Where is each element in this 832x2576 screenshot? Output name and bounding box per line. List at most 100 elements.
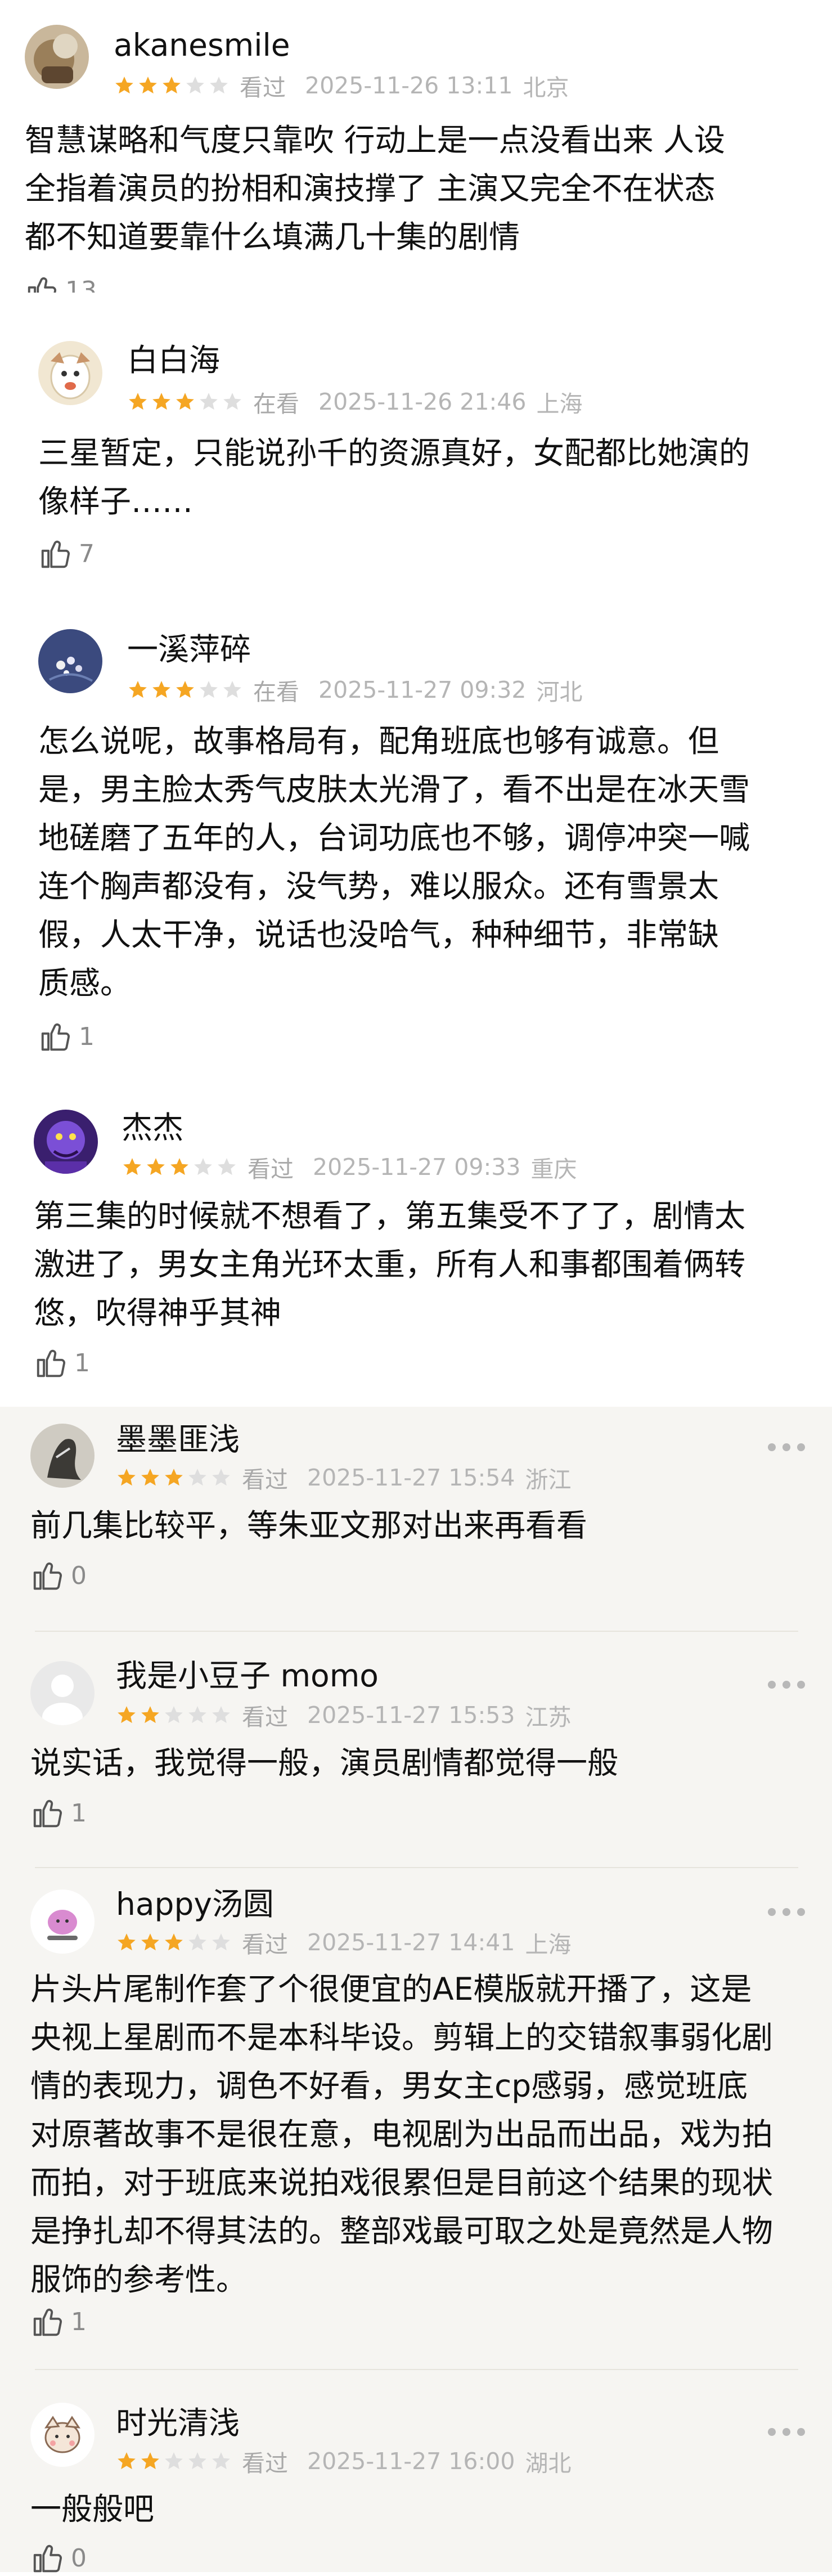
like-button[interactable]: 1 xyxy=(30,1795,87,1831)
location: 湖北 xyxy=(525,2450,572,2477)
username[interactable]: 杰杰 xyxy=(122,1110,183,1146)
watch-status: 看过 xyxy=(242,1704,288,1731)
username[interactable]: 时光清浅 xyxy=(116,2405,240,2441)
location: 上海 xyxy=(536,391,583,418)
avatar[interactable] xyxy=(38,629,102,693)
like-count: 1 xyxy=(79,1022,95,1051)
star-icon xyxy=(200,681,218,698)
comment-card: 白白海 在看 2025-11-26 21:46 上海 三星暂定，只能说孙千的资源… xyxy=(0,293,832,585)
comment-meta: 看过 2025-11-26 13:11 北京 xyxy=(114,72,569,101)
timestamp: 2025-11-27 15:53 xyxy=(307,1702,515,1729)
star-icon xyxy=(141,1706,159,1724)
comment-meta: 在看 2025-11-26 21:46 上海 xyxy=(127,388,582,418)
more-dots-icon xyxy=(768,1681,776,1689)
star-icon xyxy=(212,1469,230,1486)
comment-text: 一般般吧 xyxy=(30,2491,155,2527)
timestamp: 2025-11-27 15:54 xyxy=(307,1464,515,1491)
thumbs-up-icon xyxy=(33,1562,62,1590)
star-icon xyxy=(188,2452,206,2470)
more-dots-icon xyxy=(768,1443,776,1451)
comment-meta: 看过 2025-11-27 15:54 浙江 xyxy=(116,1464,571,1493)
like-button[interactable]: 1 xyxy=(38,1018,95,1054)
star-icon xyxy=(176,681,194,698)
avatar[interactable] xyxy=(25,25,89,89)
rating-stars xyxy=(116,1932,232,1953)
like-count: 1 xyxy=(74,1348,90,1377)
star-icon xyxy=(212,1933,230,1951)
more-options-button[interactable] xyxy=(768,2426,805,2438)
divider xyxy=(35,2369,798,2370)
avatar[interactable] xyxy=(30,1890,95,1954)
location: 江苏 xyxy=(525,1704,572,1731)
username[interactable]: 墨墨匪浅 xyxy=(116,1421,240,1457)
comment-text: 说实话，我觉得一般，演员剧情都觉得一般 xyxy=(30,1745,619,1781)
location: 北京 xyxy=(523,74,569,101)
star-icon xyxy=(212,1706,230,1724)
star-icon xyxy=(223,393,241,410)
like-button[interactable]: 0 xyxy=(30,1558,87,1594)
comment-text: 前几集比较平，等朱亚文那对出来再看看 xyxy=(30,1507,588,1543)
comment-text: 怎么说呢，故事格局有，配角班底也够有诚意。但 是，男主脸太秀气皮肤太光滑了，看不… xyxy=(38,723,750,1001)
watch-status: 看过 xyxy=(248,1156,294,1183)
watch-status: 在看 xyxy=(253,679,299,706)
username[interactable]: happy汤圆 xyxy=(116,1886,274,1922)
comment-text: 三星暂定，只能说孙千的资源真好，女配都比她演的 像样子…… xyxy=(38,435,750,519)
like-button[interactable]: 1 xyxy=(34,1345,90,1381)
username[interactable]: akanesmile xyxy=(114,27,290,63)
like-button[interactable]: 7 xyxy=(38,536,95,572)
star-icon xyxy=(165,1706,183,1724)
avatar[interactable] xyxy=(30,1424,95,1488)
rating-stars xyxy=(127,391,243,412)
watch-status: 看过 xyxy=(242,1931,288,1958)
star-icon xyxy=(218,1158,236,1175)
star-icon xyxy=(141,1469,159,1486)
more-options-button[interactable] xyxy=(768,1442,805,1453)
comment-meta: 在看 2025-11-27 09:32 河北 xyxy=(127,676,582,706)
star-icon xyxy=(129,393,147,410)
username[interactable]: 白白海 xyxy=(127,342,220,378)
rating-stars xyxy=(122,1156,237,1178)
star-icon xyxy=(141,1933,159,1951)
star-icon xyxy=(188,1706,206,1724)
star-icon xyxy=(188,1469,206,1486)
star-icon xyxy=(118,1469,136,1486)
star-icon xyxy=(115,77,133,94)
more-options-button[interactable] xyxy=(768,1679,805,1690)
like-button[interactable]: 1 xyxy=(30,2304,87,2340)
star-icon xyxy=(176,393,194,410)
comment-text: 片头片尾制作套了个很便宜的AE模版就开播了，这是 央视上星剧而不是本科毕设。剪辑… xyxy=(30,1971,773,2297)
avatar[interactable] xyxy=(30,1661,95,1725)
username[interactable]: 我是小豆子 momo xyxy=(116,1658,379,1694)
thumbs-up-icon xyxy=(33,1799,62,1828)
star-icon xyxy=(141,2452,159,2470)
timestamp: 2025-11-27 09:33 xyxy=(313,1154,521,1181)
rating-stars xyxy=(116,1704,232,1726)
star-icon xyxy=(139,77,157,94)
avatar[interactable] xyxy=(30,2403,95,2467)
timestamp: 2025-11-26 13:11 xyxy=(305,72,513,99)
more-options-button[interactable] xyxy=(768,1906,805,1918)
watch-status: 在看 xyxy=(253,391,299,418)
username[interactable]: 一溪萍碎 xyxy=(127,631,251,667)
thumbs-up-icon xyxy=(41,1023,70,1051)
timestamp: 2025-11-27 09:32 xyxy=(318,676,527,703)
avatar[interactable] xyxy=(34,1110,98,1174)
comment-text: 智慧谋略和气度只靠吹 行动上是一点没看出来 人设 全指着演员的扮相和演技撑了 主… xyxy=(25,122,725,255)
rating-stars xyxy=(116,1467,232,1488)
location: 重庆 xyxy=(530,1156,577,1183)
star-icon xyxy=(129,681,147,698)
comment-text: 第三集的时候就不想看了，第五集受不了了，剧情太 激进了，男女主角光环太重，所有人… xyxy=(34,1198,746,1331)
divider xyxy=(35,1867,798,1868)
comment-card: 杰杰 看过 2025-11-27 09:33 重庆 第三集的时候就不想看了，第五… xyxy=(0,1080,832,1407)
timestamp: 2025-11-26 21:46 xyxy=(318,388,527,415)
like-count: 1 xyxy=(71,1798,87,1828)
like-button[interactable]: 0 xyxy=(30,2540,87,2576)
thumbs-up-icon xyxy=(33,2544,62,2573)
avatar[interactable] xyxy=(38,341,102,405)
star-icon xyxy=(165,1469,183,1486)
watch-status: 看过 xyxy=(240,74,286,101)
more-dots-icon xyxy=(768,1908,776,1916)
comment-meta: 看过 2025-11-27 09:33 重庆 xyxy=(122,1154,577,1183)
more-dots-icon xyxy=(768,2428,776,2436)
thumbs-up-icon xyxy=(37,1349,65,1377)
